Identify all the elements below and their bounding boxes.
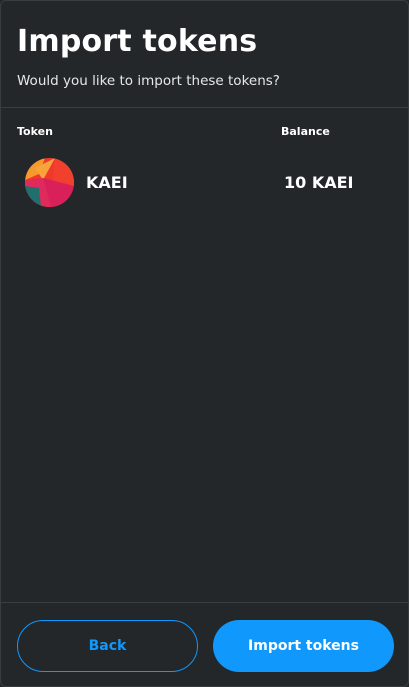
dialog-footer: Back Import tokens [1, 602, 408, 686]
column-header-balance: Balance [281, 125, 330, 138]
import-tokens-dialog: Import tokens Would you like to import t… [0, 0, 409, 687]
back-button[interactable]: Back [17, 620, 198, 672]
token-symbol: KAEI [86, 173, 128, 192]
column-header-token: Token [17, 125, 53, 138]
dialog-header: Import tokens Would you like to import t… [1, 1, 408, 108]
import-tokens-button[interactable]: Import tokens [213, 620, 394, 672]
token-identicon-icon [25, 158, 74, 207]
token-row: KAEI 10 KAEI [25, 158, 395, 208]
token-balance: 10 KAEI [284, 173, 354, 192]
page-subtitle: Would you like to import these tokens? [17, 73, 280, 89]
page-title: Import tokens [17, 24, 258, 59]
